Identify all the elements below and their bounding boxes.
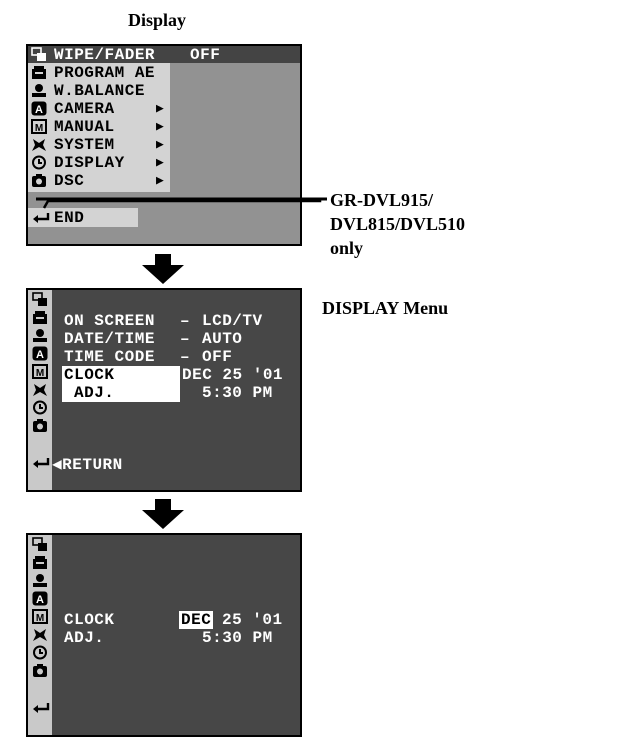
return-icon xyxy=(32,701,50,716)
model-note: GR-DVL915/ DVL815/DVL510 only xyxy=(330,188,465,260)
model-note-line: DVL815/DVL510 xyxy=(330,214,466,234)
setting-dash: – xyxy=(180,312,191,330)
svg-text:M: M xyxy=(36,613,44,624)
display-menu-screen: A M ON SCREEN – LCD/TV DATE/TIME – AUTO … xyxy=(26,288,302,492)
program-ae-icon xyxy=(32,310,48,325)
setting-dash: – xyxy=(180,348,191,366)
model-note-line: only xyxy=(330,238,364,258)
manual-icon: M xyxy=(32,609,48,624)
setting-on-screen[interactable]: ON SCREEN xyxy=(64,312,155,330)
return-label[interactable]: ◀RETURN xyxy=(52,456,123,474)
model-note-line: GR-DVL915/ xyxy=(330,190,433,210)
display-icon xyxy=(32,645,48,660)
white-balance-icon xyxy=(32,328,48,343)
wipe-fader-icon xyxy=(32,537,48,552)
setting-value: LCD/TV xyxy=(202,312,263,330)
day-year-value[interactable]: 25 '01 xyxy=(222,611,283,629)
svg-text:M: M xyxy=(36,368,44,379)
setting-time-code[interactable]: TIME CODE xyxy=(64,348,155,366)
dsc-icon xyxy=(32,663,48,678)
dsc-icon xyxy=(32,418,48,433)
display-menu-heading: DISPLAY Menu xyxy=(322,298,449,318)
white-balance-icon xyxy=(32,573,48,588)
clock-time[interactable]: 5:30 PM xyxy=(202,629,273,647)
clock-time: 5:30 PM xyxy=(202,384,273,402)
arrow-down-icon xyxy=(142,499,184,529)
svg-text:A: A xyxy=(36,594,44,606)
system-icon xyxy=(32,382,48,397)
clock-adj-label: CLOCK xyxy=(64,611,115,629)
return-icon xyxy=(32,456,50,471)
setting-date-time[interactable]: DATE/TIME xyxy=(64,330,155,348)
svg-text:A: A xyxy=(36,349,44,361)
wipe-fader-icon xyxy=(32,292,48,307)
clock-adj-label: CLOCK xyxy=(64,366,115,384)
clock-adj-label: ADJ. xyxy=(64,629,105,647)
clock-adj-label: ADJ. xyxy=(74,384,115,402)
setting-value: AUTO xyxy=(202,330,243,348)
manual-icon: M xyxy=(32,364,48,379)
system-icon xyxy=(32,627,48,642)
clock-adjust-screen: A M CLOCK ADJ. DEC 25 '01 5:30 PM xyxy=(26,533,302,737)
month-value: DEC xyxy=(181,611,212,629)
arrow-down-icon xyxy=(142,254,184,284)
setting-value: OFF xyxy=(202,348,233,366)
camera-icon: A xyxy=(32,591,48,606)
display-icon xyxy=(32,400,48,415)
clock-date: DEC 25 '01 xyxy=(182,366,284,384)
camera-icon: A xyxy=(32,346,48,361)
setting-dash: – xyxy=(180,330,191,348)
program-ae-icon xyxy=(32,555,48,570)
